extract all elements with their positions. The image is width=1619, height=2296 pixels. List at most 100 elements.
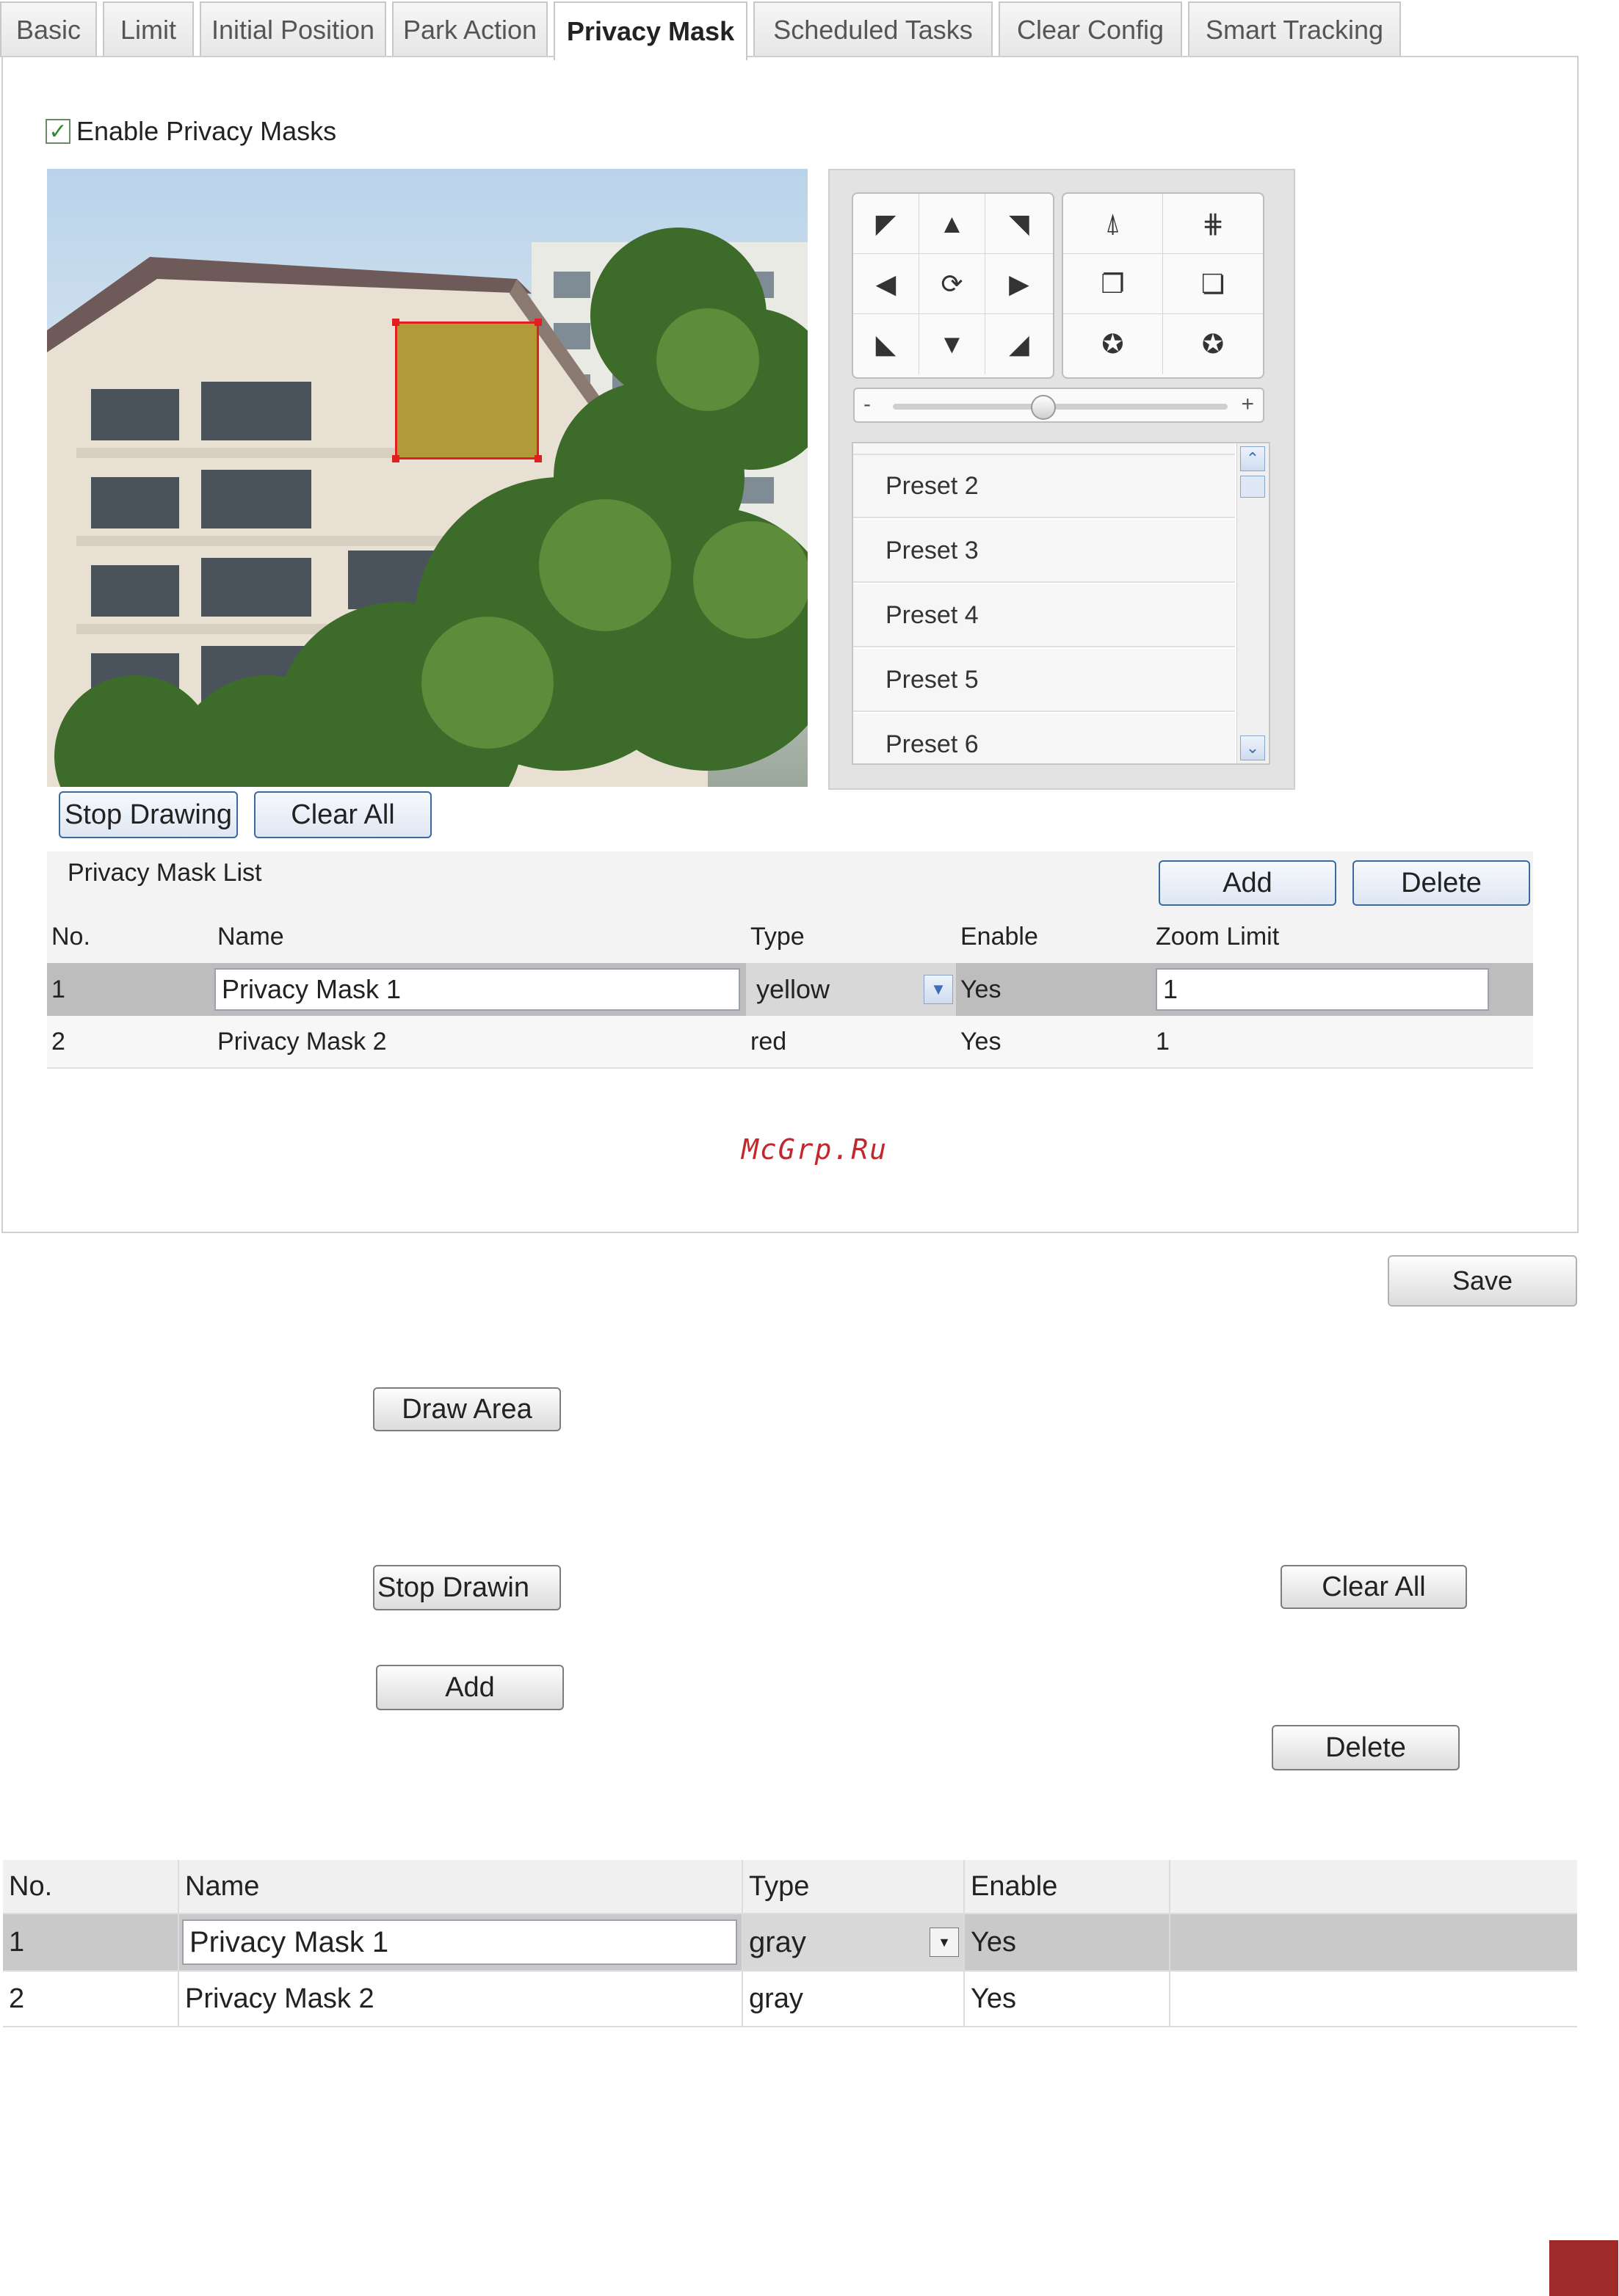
zoom-limit-input[interactable]: 1 bbox=[1156, 968, 1489, 1011]
slider-plus-label: + bbox=[1241, 392, 1254, 416]
col-name: Name bbox=[179, 1860, 743, 1913]
preset-item-partial[interactable] bbox=[853, 443, 1235, 455]
col-type: Type bbox=[743, 1860, 965, 1913]
slider-thumb[interactable] bbox=[1031, 395, 1057, 420]
video-scene-image bbox=[47, 228, 808, 787]
tab-scheduled-tasks[interactable]: Scheduled Tasks bbox=[753, 1, 993, 57]
row-name: Privacy Mask 2 bbox=[179, 1972, 743, 2026]
iris-open-icon[interactable]: ✪ bbox=[1063, 314, 1163, 374]
ptz-down-right-icon[interactable]: ◢ bbox=[985, 314, 1053, 374]
zoom-in-icon[interactable]: ⍋ bbox=[1063, 194, 1163, 254]
delete-mask-button[interactable]: Delete bbox=[1352, 860, 1530, 906]
preset-item[interactable]: Preset 5 bbox=[853, 649, 1235, 712]
row-no: 1 bbox=[51, 975, 65, 1003]
table-row[interactable]: 2 Privacy Mask 2 red Yes 1 bbox=[47, 1016, 1533, 1069]
ptz-up-right-icon[interactable]: ◥ bbox=[985, 194, 1053, 254]
gray-type-select[interactable]: gray ▼ bbox=[743, 1914, 965, 1970]
scroll-up-icon[interactable]: ⌃ bbox=[1240, 446, 1265, 471]
table-row[interactable]: 1 Privacy Mask 1 yellow ▼ Yes 1 bbox=[47, 963, 1533, 1016]
row-type: gray bbox=[743, 1972, 965, 2026]
ptz-down-icon[interactable]: ▼ bbox=[919, 314, 985, 374]
ptz-up-left-icon[interactable]: ◤ bbox=[853, 194, 919, 254]
add-button-example[interactable]: Add bbox=[376, 1665, 564, 1710]
table-row[interactable]: 1 Privacy Mask 1 gray ▼ Yes bbox=[3, 1914, 1577, 1972]
enable-privacy-masks-row: ✓ Enable Privacy Masks bbox=[46, 116, 336, 147]
gray-mask-name-input[interactable]: Privacy Mask 1 bbox=[182, 1919, 737, 1965]
tab-privacy-mask[interactable]: Privacy Mask bbox=[554, 1, 747, 60]
scroll-thumb[interactable] bbox=[1240, 476, 1265, 498]
preset-item[interactable]: Preset 4 bbox=[853, 584, 1235, 647]
iris-close-icon[interactable]: ✪ bbox=[1163, 314, 1263, 374]
zoom-cell: 1 bbox=[1151, 963, 1489, 1016]
slider-minus-label: - bbox=[863, 392, 871, 416]
col-type: Type bbox=[750, 922, 805, 951]
focus-near-icon[interactable]: ❐ bbox=[1063, 254, 1163, 314]
tab-clear-config[interactable]: Clear Config bbox=[999, 1, 1182, 57]
tab-initial-position[interactable]: Initial Position bbox=[200, 1, 386, 57]
col-name: Name bbox=[217, 922, 284, 951]
live-video-preview[interactable] bbox=[47, 169, 808, 787]
scroll-down-icon[interactable]: ⌄ bbox=[1240, 735, 1265, 760]
col-enable: Enable bbox=[960, 922, 1038, 951]
preset-scrollbar[interactable]: ⌃ ⌄ bbox=[1236, 443, 1269, 763]
ptz-speed-slider[interactable]: - + bbox=[853, 388, 1264, 423]
clear-all-button[interactable]: Clear All bbox=[254, 791, 432, 838]
privacy-mask-list-title: Privacy Mask List bbox=[68, 859, 262, 887]
col-enable: Enable bbox=[965, 1860, 1170, 1913]
col-empty bbox=[1170, 1860, 1577, 1913]
mask-handle-bottom-right[interactable] bbox=[535, 455, 542, 462]
preset-item[interactable]: Preset 2 bbox=[853, 455, 1235, 518]
ptz-direction-pad: ◤ ▲ ◥ ◀ ⟳ ▶ ◣ ▼ ◢ bbox=[852, 192, 1054, 379]
enable-privacy-masks-label: Enable Privacy Masks bbox=[76, 116, 337, 146]
preset-item[interactable]: Preset 3 bbox=[853, 520, 1235, 583]
stop-drawing-button[interactable]: Stop Drawing bbox=[59, 791, 238, 838]
row-enable: Yes bbox=[965, 1972, 1170, 2026]
ptz-left-icon[interactable]: ◀ bbox=[853, 254, 919, 314]
row-zoom-limit: 1 bbox=[1156, 1027, 1170, 1056]
row-no: 1 bbox=[3, 1914, 179, 1970]
add-mask-button[interactable]: Add bbox=[1159, 860, 1336, 906]
mask-handle-top-left[interactable] bbox=[392, 319, 399, 326]
preset-list: Preset 2 Preset 3 Preset 4 Preset 5 Pres… bbox=[852, 442, 1270, 765]
mask-handle-bottom-left[interactable] bbox=[392, 455, 399, 462]
mask-table-header: No. Name Type Enable Zoom Limit bbox=[47, 910, 1533, 963]
watermark: McGrp.Ru bbox=[742, 1133, 888, 1166]
mask-name-input[interactable]: Privacy Mask 1 bbox=[214, 968, 740, 1011]
focus-far-icon[interactable]: ❏ bbox=[1163, 254, 1263, 314]
delete-button-example[interactable]: Delete bbox=[1272, 1725, 1460, 1770]
type-select[interactable]: yellow ▼ bbox=[746, 963, 956, 1016]
row-no: 2 bbox=[51, 1027, 65, 1056]
tab-park-action[interactable]: Park Action bbox=[392, 1, 548, 57]
chevron-down-icon[interactable]: ▼ bbox=[924, 975, 953, 1004]
mask-handle-top-right[interactable] bbox=[535, 319, 542, 326]
tab-bar: Basic Limit Initial Position Park Action… bbox=[0, 1, 1407, 60]
clear-all-button-example[interactable]: Clear All bbox=[1281, 1565, 1467, 1609]
zoom-out-icon[interactable]: ⋕ bbox=[1163, 194, 1263, 254]
chevron-down-icon[interactable]: ▼ bbox=[930, 1928, 959, 1957]
preset-item[interactable]: Preset 6 bbox=[853, 713, 1235, 763]
save-button[interactable]: Save bbox=[1388, 1255, 1577, 1307]
ptz-auto-icon[interactable]: ⟳ bbox=[919, 254, 985, 314]
ptz-up-icon[interactable]: ▲ bbox=[919, 194, 985, 254]
row-no: 2 bbox=[3, 1972, 179, 2026]
ptz-down-left-icon[interactable]: ◣ bbox=[853, 314, 919, 374]
stop-drawing-button-example[interactable]: Stop Drawin bbox=[373, 1565, 561, 1610]
privacy-mask-area[interactable] bbox=[392, 319, 542, 462]
row-enable[interactable]: Yes bbox=[965, 1914, 1170, 1970]
row-empty bbox=[1170, 1972, 1577, 2026]
enable-privacy-masks-checkbox[interactable]: ✓ bbox=[46, 119, 70, 144]
table-row[interactable]: 2 Privacy Mask 2 gray Yes bbox=[3, 1972, 1577, 2027]
tab-limit[interactable]: Limit bbox=[103, 1, 194, 57]
row-enable[interactable]: Yes bbox=[956, 963, 1151, 1016]
gray-table-header: No. Name Type Enable bbox=[3, 1860, 1577, 1914]
row-name: Privacy Mask 2 bbox=[217, 1027, 387, 1056]
tab-smart-tracking[interactable]: Smart Tracking bbox=[1188, 1, 1401, 57]
col-no: No. bbox=[3, 1860, 179, 1913]
ptz-control-panel: ◤ ▲ ◥ ◀ ⟳ ▶ ◣ ▼ ◢ ⍋ ⋕ ❐ ❏ ✪ ✪ - + Preset… bbox=[828, 169, 1295, 790]
ptz-right-icon[interactable]: ▶ bbox=[985, 254, 1053, 314]
col-zoom-limit: Zoom Limit bbox=[1156, 922, 1280, 951]
tab-basic[interactable]: Basic bbox=[0, 1, 97, 57]
ptz-lens-pad: ⍋ ⋕ ❐ ❏ ✪ ✪ bbox=[1062, 192, 1264, 379]
draw-area-button[interactable]: Draw Area bbox=[373, 1387, 561, 1431]
row-enable: Yes bbox=[960, 1027, 1002, 1056]
